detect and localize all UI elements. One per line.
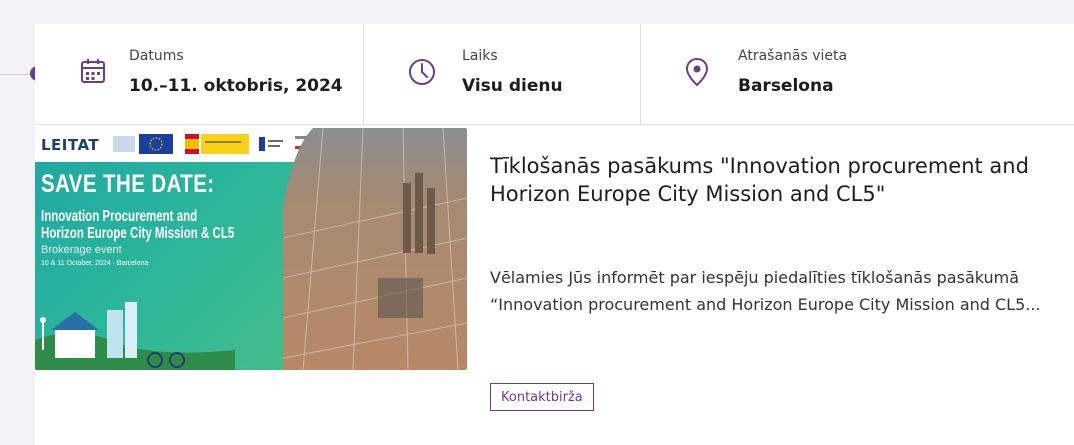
event-card: Datums 10.–11. oktobris, 2024 Laiks Visu…: [35, 24, 1074, 445]
event-info-bar: Datums 10.–11. oktobris, 2024 Laiks Visu…: [35, 24, 1074, 125]
location-value: Barselona: [738, 76, 834, 96]
date-label: Datums: [129, 48, 184, 64]
info-time: Laiks Visu dienu: [364, 24, 641, 124]
banner-headline: SAVE THE DATE:: [41, 170, 215, 198]
time-value: Visu dienu: [462, 76, 563, 96]
eu-flag-icon: [113, 134, 173, 154]
leitat-logo: LEITAT: [41, 136, 100, 154]
event-banner-image[interactable]: LEITAT SAVE THE DATE: Innovation Procure…: [35, 128, 467, 370]
clock-icon: [409, 59, 435, 85]
date-value: 10.–11. oktobris, 2024: [129, 76, 343, 96]
banner-line-2: Horizon Europe City Mission & CL5: [41, 225, 235, 242]
banner-subtitle: Brokerage event: [41, 244, 122, 256]
location-pin-icon: [685, 57, 709, 87]
banner-dates: 10 & 11 October, 2024 · Barcelona: [41, 260, 149, 267]
info-location: Atrašanās vieta Barselona: [641, 24, 1074, 124]
event-title[interactable]: Tīklošanās pasākums "Innovation procurem…: [490, 152, 1050, 208]
category-tag[interactable]: Kontaktbirža: [490, 383, 594, 411]
event-description: Vēlamies Jūs informēt par iespēju piedal…: [490, 268, 1041, 314]
calendar-icon: [81, 59, 105, 83]
banner-illustration: [35, 302, 235, 370]
banner-line-1: Innovation Procurement and: [41, 208, 198, 225]
barcelona-aerial-photo: [283, 128, 467, 370]
info-date: Datums 10.–11. oktobris, 2024: [35, 24, 364, 124]
spain-government-logo-icon: [185, 134, 249, 154]
location-label: Atrašanās vieta: [738, 48, 848, 64]
time-label: Laiks: [462, 48, 498, 64]
partner-logo-icon: [259, 137, 283, 151]
